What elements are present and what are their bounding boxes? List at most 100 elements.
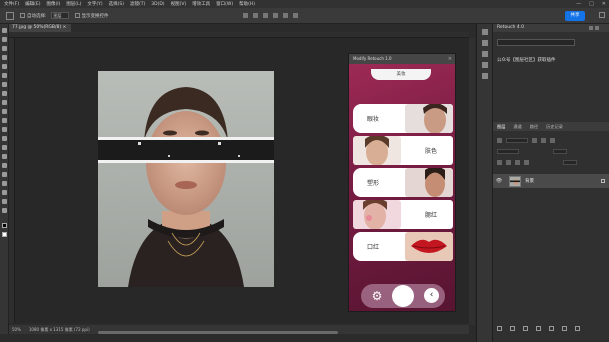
show-transform-checkbox[interactable]: [74, 13, 80, 18]
horizontal-scrollbar[interactable]: [98, 331, 338, 334]
share-button[interactable]: 共享: [565, 11, 585, 21]
layer-row-background[interactable]: 👁 背景: [493, 174, 609, 188]
gradient-tool-icon[interactable]: [1, 136, 7, 141]
adjustment-layer-icon[interactable]: [536, 326, 541, 331]
filter-kind-icon[interactable]: [497, 137, 502, 143]
vertical-scrollbar[interactable]: [469, 38, 475, 325]
adjustments-icon[interactable]: [481, 40, 488, 46]
retouch-search-box[interactable]: [497, 39, 575, 46]
type-tool-icon[interactable]: [1, 172, 7, 177]
menu-file[interactable]: 文件(F): [4, 1, 19, 7]
lock-all-icon[interactable]: [524, 159, 529, 165]
tab-layers[interactable]: 图层: [497, 124, 505, 130]
align-left-icon[interactable]: [242, 13, 248, 18]
move-tool-icon[interactable]: [1, 28, 7, 33]
filter-adjust-icon[interactable]: [541, 137, 546, 143]
menu-help[interactable]: 帮助(H): [239, 1, 255, 7]
healing-brush-icon[interactable]: [1, 91, 7, 96]
menu-select[interactable]: 选择(S): [109, 1, 124, 7]
layer-style-icon[interactable]: [510, 326, 515, 331]
quick-select-tool-icon[interactable]: [1, 55, 7, 60]
blur-tool-icon[interactable]: [1, 145, 7, 150]
align-icons: [242, 13, 298, 18]
shape-tool-icon[interactable]: [1, 190, 7, 195]
canvas-photo[interactable]: [98, 71, 274, 287]
retouch-promo-link[interactable]: 公众号【图层社区】获取插件: [497, 57, 556, 63]
stamp-tool-icon[interactable]: [1, 109, 7, 114]
properties-icon[interactable]: [481, 51, 488, 57]
settings-gear-icon[interactable]: ⚙: [370, 289, 384, 303]
menu-plugins[interactable]: 增效工具: [192, 1, 210, 7]
menu-image[interactable]: 图像(I): [46, 1, 60, 7]
document-tab[interactable]: 77.jpg @ 50%(RGB/8) ×: [9, 24, 71, 32]
eyedropper-tool-icon[interactable]: [1, 82, 7, 87]
blend-mode-select[interactable]: [497, 148, 519, 154]
lock-position-icon[interactable]: [515, 159, 520, 165]
close-icon[interactable]: ×: [448, 54, 452, 64]
path-select-icon[interactable]: [1, 181, 7, 186]
lock-pixels-icon[interactable]: [506, 159, 511, 165]
libraries-icon[interactable]: [481, 62, 488, 68]
add-mask-icon[interactable]: [523, 326, 528, 331]
align-center-icon[interactable]: [252, 13, 258, 18]
new-layer-icon[interactable]: [562, 326, 567, 331]
skin-tone-button[interactable]: 肤色: [353, 136, 453, 165]
delete-layer-icon[interactable]: [575, 326, 580, 331]
brush-tool-icon[interactable]: [1, 100, 7, 105]
lipstick-button[interactable]: 口红: [353, 232, 453, 261]
menu-edit[interactable]: 编辑(E): [25, 1, 40, 7]
history-icon[interactable]: [481, 29, 488, 35]
contour-button[interactable]: 塑形: [353, 168, 453, 197]
minimize-button[interactable]: —: [576, 1, 581, 7]
maximize-button[interactable]: □: [589, 1, 594, 7]
lock-transparent-icon[interactable]: [497, 159, 502, 165]
tab-channels[interactable]: 通道: [513, 124, 521, 130]
pen-tool-icon[interactable]: [1, 163, 7, 168]
align-bottom-icon[interactable]: [292, 13, 298, 18]
apply-circle-button[interactable]: [392, 285, 414, 307]
align-top-icon[interactable]: [272, 13, 278, 18]
blush-button[interactable]: 腮红: [353, 200, 453, 229]
tab-history[interactable]: 历史记录: [546, 124, 563, 130]
menu-type[interactable]: 文字(Y): [87, 1, 102, 7]
align-right-icon[interactable]: [262, 13, 268, 18]
align-middle-icon[interactable]: [282, 13, 288, 18]
panel-menu-icon[interactable]: [589, 26, 599, 30]
filter-pixel-icon[interactable]: [532, 137, 537, 143]
layer-select-dropdown[interactable]: 图层: [50, 12, 69, 19]
background-color-swatch[interactable]: [1, 232, 7, 237]
back-chevron-icon[interactable]: ‹: [424, 288, 439, 303]
search-icon[interactable]: [599, 12, 605, 18]
hand-tool-icon[interactable]: [1, 199, 7, 204]
dodge-tool-icon[interactable]: [1, 154, 7, 159]
eraser-tool-icon[interactable]: [1, 127, 7, 132]
eye-makeup-button[interactable]: 眼妆: [353, 104, 453, 133]
filter-select[interactable]: [506, 137, 528, 143]
lasso-tool-icon[interactable]: [1, 46, 7, 51]
play-icon[interactable]: [481, 73, 488, 79]
foreground-color-swatch[interactable]: [1, 223, 7, 228]
menu-layer[interactable]: 图层(L): [66, 1, 81, 7]
auto-select-checkbox[interactable]: [20, 13, 25, 18]
close-button[interactable]: ✕: [602, 1, 606, 7]
menu-3d[interactable]: 3D(D): [151, 2, 164, 7]
menu-window[interactable]: 窗口(W): [216, 1, 233, 7]
fill-field[interactable]: [563, 159, 577, 165]
opacity-field[interactable]: [553, 148, 567, 154]
crop-tool-icon[interactable]: [1, 64, 7, 69]
visibility-eye-icon[interactable]: 👁: [495, 178, 503, 184]
lipstick-label: 口红: [367, 244, 380, 251]
filter-type-icon[interactable]: [550, 137, 555, 143]
marquee-tool-icon[interactable]: [1, 37, 7, 42]
move-tool-icon[interactable]: [6, 11, 14, 20]
link-layers-icon[interactable]: [497, 326, 502, 331]
tab-paths[interactable]: 路径: [530, 124, 538, 130]
makeup-tab-button[interactable]: 美妆: [371, 69, 431, 80]
menu-view[interactable]: 视图(V): [171, 1, 187, 7]
frame-tool-icon[interactable]: [1, 73, 7, 78]
menu-filter[interactable]: 滤镜(T): [130, 1, 145, 7]
zoom-level[interactable]: 50%: [12, 327, 21, 332]
history-brush-icon[interactable]: [1, 118, 7, 123]
group-icon[interactable]: [549, 326, 554, 331]
zoom-tool-icon[interactable]: [1, 208, 7, 213]
